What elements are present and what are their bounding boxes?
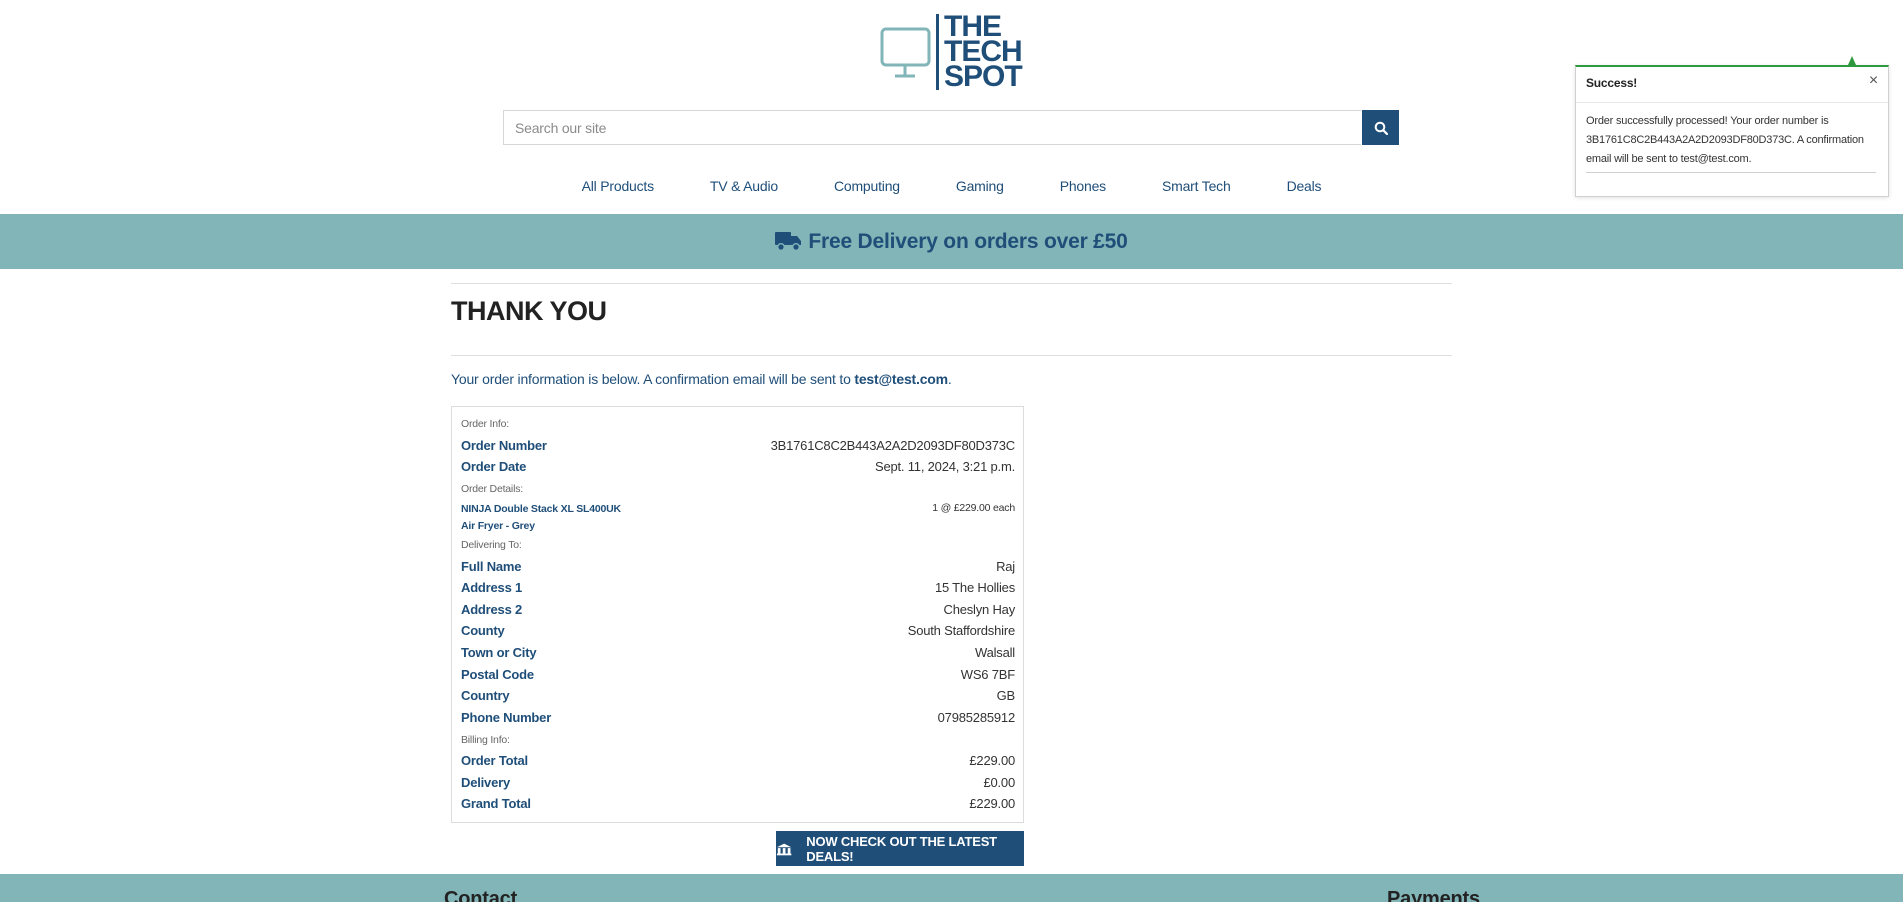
row-value: £229.00: [969, 796, 1015, 811]
row-value: Raj: [996, 559, 1015, 574]
site-logo[interactable]: THE TECH SPOT: [880, 12, 1025, 92]
nav-all-products[interactable]: All Products: [582, 178, 654, 194]
toast-message: Order successfully processed! Your order…: [1586, 115, 1864, 165]
billing-row: Grand Total £229.00: [461, 796, 1015, 814]
delivery-row: Town or City Walsall: [461, 645, 1015, 663]
divider: [1586, 172, 1876, 173]
row-value: Walsall: [974, 645, 1015, 660]
product-quantity: 1 @ £229.00 each: [932, 502, 1015, 514]
close-icon[interactable]: ×: [1869, 72, 1878, 90]
row-label: Full Name: [461, 559, 522, 574]
search-input[interactable]: [503, 110, 1361, 145]
section-label: Delivering To:: [461, 539, 522, 551]
page-title: THANK YOU: [451, 296, 607, 326]
row-value: Cheslyn Hay: [943, 602, 1016, 617]
row-label: Grand Total: [461, 796, 531, 811]
billing-row: Order Total £229.00: [461, 753, 1015, 771]
row-label: County: [461, 623, 505, 638]
bank-building-icon: [776, 843, 792, 855]
deals-button-label: NOW CHECK OUT THE LATEST DEALS!: [806, 833, 997, 864]
logo-text: THE TECH SPOT: [944, 12, 1023, 93]
banner-text: Free Delivery on orders over £50: [808, 229, 1128, 253]
search-icon: [1374, 121, 1388, 135]
divider: [1576, 102, 1888, 103]
delivery-row: Address 1 15 The Hollies: [461, 580, 1015, 598]
billing-row: Delivery £0.00: [461, 775, 1015, 793]
latest-deals-button[interactable]: NOW CHECK OUT THE LATEST DEALS!: [776, 831, 1024, 866]
nav-gaming[interactable]: Gaming: [956, 178, 1004, 194]
row-label: Order Date: [461, 459, 527, 474]
row-label: Phone Number: [461, 710, 552, 725]
success-toast: Success! × Order successfully processed!…: [1575, 65, 1889, 197]
section-label: Order Details:: [461, 483, 523, 495]
delivery-row: County South Staffordshire: [461, 623, 1015, 641]
logo-line: SPOT: [944, 60, 1023, 93]
row-value: 07985285912: [937, 710, 1016, 725]
footer-payments-heading: Payments: [1387, 888, 1480, 902]
order-number-row: Order Number 3B1761C8C2B443A2A2D2093DF80…: [461, 438, 1015, 456]
toast-title: Success!: [1586, 76, 1638, 90]
logo-divider: [936, 14, 939, 90]
row-label: Order Number: [461, 438, 547, 453]
row-label: Delivery: [461, 775, 510, 790]
row-label: Country: [461, 688, 510, 703]
delivery-row: Address 2 Cheslyn Hay: [461, 602, 1015, 620]
row-value: South Staffordshire: [907, 623, 1015, 638]
section-label: Billing Info:: [461, 734, 510, 746]
toast-arrow: [1848, 56, 1856, 65]
row-label: Town or City: [461, 645, 537, 660]
delivery-row: Phone Number 07985285912: [461, 710, 1015, 728]
delivery-banner: Free Delivery on orders over £50: [0, 214, 1903, 269]
row-value: £0.00: [983, 775, 1015, 790]
monitor-icon: [880, 27, 931, 78]
order-intro: Your order information is below. A confi…: [451, 371, 952, 387]
row-label: Order Total: [461, 753, 528, 768]
search-bar: [503, 110, 1399, 145]
delivery-row: Full Name Raj: [461, 559, 1015, 577]
row-value: £229.00: [969, 753, 1015, 768]
intro-email: test@test.com: [854, 371, 948, 387]
row-value: WS6 7BF: [960, 667, 1015, 682]
site-footer: Contact Payments: [0, 874, 1903, 902]
product-name: NINJA Double Stack XL SL400UK Air Fryer …: [461, 503, 621, 532]
order-date: Sept. 11, 2024, 3:21 p.m.: [874, 459, 1015, 474]
row-value: GB: [996, 688, 1016, 703]
intro-text: Your order information is below. A confi…: [451, 371, 855, 387]
nav-smart-tech[interactable]: Smart Tech: [1162, 178, 1231, 194]
row-label: Address 2: [461, 602, 523, 617]
footer-contact-heading: Contact: [444, 888, 518, 902]
intro-suffix: .: [947, 371, 952, 387]
delivery-row: Country GB: [461, 688, 1015, 706]
divider: [451, 283, 1452, 284]
row-value: 15 The Hollies: [934, 580, 1015, 595]
nav-phones[interactable]: Phones: [1060, 178, 1106, 194]
order-date-row: Order Date Sept. 11, 2024, 3:21 p.m.: [461, 459, 1015, 477]
divider: [451, 355, 1452, 356]
nav-deals[interactable]: Deals: [1287, 178, 1322, 194]
nav-tv-audio[interactable]: TV & Audio: [710, 178, 778, 194]
search-button[interactable]: [1362, 110, 1399, 145]
row-label: Postal Code: [461, 667, 534, 682]
row-label: Address 1: [461, 580, 523, 595]
section-label: Order Info:: [461, 418, 509, 430]
order-summary-card: Order Info: Order Number 3B1761C8C2B443A…: [451, 406, 1024, 823]
order-number: 3B1761C8C2B443A2A2D2093DF80D373C: [770, 438, 1016, 453]
delivery-row: Postal Code WS6 7BF: [461, 667, 1015, 685]
truck-icon: [775, 232, 802, 251]
nav-computing[interactable]: Computing: [834, 178, 900, 194]
